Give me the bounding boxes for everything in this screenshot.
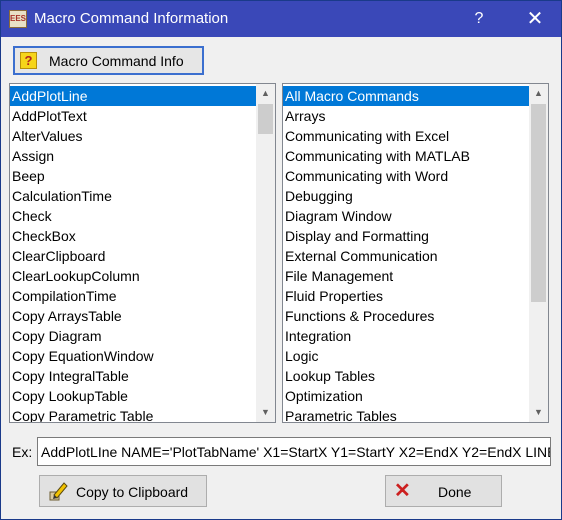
list-item[interactable]: Display and Formatting	[283, 226, 529, 246]
list-item[interactable]: Communicating with Word	[283, 166, 529, 186]
list-item[interactable]: All Macro Commands	[283, 86, 529, 106]
question-icon: ?	[20, 52, 37, 69]
list-item[interactable]: Assign	[10, 146, 256, 166]
list-item[interactable]: AlterValues	[10, 126, 256, 146]
scroll-up-icon[interactable]: ▲	[256, 85, 275, 102]
close-button[interactable]: ✕	[515, 1, 555, 37]
list-item[interactable]: Copy Parametric Table	[10, 406, 256, 422]
list-item[interactable]: CompilationTime	[10, 286, 256, 306]
red-x-icon: ✕	[394, 480, 411, 502]
list-item[interactable]: Beep	[10, 166, 256, 186]
scroll-thumb[interactable]	[258, 104, 273, 134]
list-item[interactable]: Arrays	[283, 106, 529, 126]
list-item[interactable]: Copy ArraysTable	[10, 306, 256, 326]
list-item[interactable]: Logic	[283, 346, 529, 366]
list-item[interactable]: CheckBox	[10, 226, 256, 246]
ees-app-icon: EES	[9, 10, 27, 28]
scroll-down-icon[interactable]: ▼	[529, 404, 548, 421]
list-item[interactable]: Copy IntegralTable	[10, 366, 256, 386]
list-item[interactable]: ClearClipboard	[10, 246, 256, 266]
command-items: AddPlotLine AddPlotText AlterValues Assign B…	[10, 86, 256, 422]
list-item[interactable]: Diagram Window	[283, 206, 529, 226]
list-item[interactable]: External Communication	[283, 246, 529, 266]
category-list[interactable]: All Macro Commands Arrays Communicating wi…	[282, 83, 549, 423]
list-item[interactable]: Integration	[283, 326, 529, 346]
list-item[interactable]: ClearLookupColumn	[10, 266, 256, 286]
list-item[interactable]: Fluid Properties	[283, 286, 529, 306]
category-items: All Macro Commands Arrays Communicating wi…	[283, 86, 529, 422]
window-title: Macro Command Information	[34, 10, 229, 27]
list-item[interactable]: AddPlotLine	[10, 86, 256, 106]
help-button[interactable]: ?	[463, 1, 495, 37]
pencil-icon	[49, 482, 68, 501]
scroll-up-icon[interactable]: ▲	[529, 85, 548, 102]
list-item[interactable]: Copy EquationWindow	[10, 346, 256, 366]
scroll-thumb[interactable]	[531, 104, 546, 302]
list-item[interactable]: Debugging	[283, 186, 529, 206]
list-item[interactable]: AddPlotText	[10, 106, 256, 126]
list-item[interactable]: Copy Diagram	[10, 326, 256, 346]
list-item[interactable]: CalculationTime	[10, 186, 256, 206]
category-list-scrollbar[interactable]: ▲ ▼	[529, 84, 548, 422]
list-item[interactable]: Communicating with Excel	[283, 126, 529, 146]
list-item[interactable]: File Management	[283, 266, 529, 286]
copy-to-clipboard-label: Copy to Clipboard	[76, 484, 189, 500]
done-label: Done	[438, 484, 472, 500]
command-list-scrollbar[interactable]: ▲ ▼	[256, 84, 275, 422]
copy-to-clipboard-button[interactable]: Copy to Clipboard	[39, 475, 207, 507]
macro-command-info-button[interactable]: ? Macro Command Info	[13, 46, 204, 75]
example-label: Ex:	[12, 444, 33, 460]
scroll-down-icon[interactable]: ▼	[256, 404, 275, 421]
list-item[interactable]: Optimization	[283, 386, 529, 406]
list-item[interactable]: Functions & Procedures	[283, 306, 529, 326]
list-item[interactable]: Parametric Tables	[283, 406, 529, 422]
command-list[interactable]: AddPlotLine AddPlotText AlterValues Assign B…	[9, 83, 276, 423]
list-item[interactable]: Check	[10, 206, 256, 226]
done-button[interactable]: ✕ Done	[385, 475, 502, 507]
title-bar[interactable]: EES Macro Command Information ? ✕	[1, 1, 561, 37]
list-item[interactable]: Copy LookupTable	[10, 386, 256, 406]
example-field[interactable]: AddPlotLIne NAME='PlotTabName' X1=StartX…	[37, 437, 551, 466]
list-item[interactable]: Lookup Tables	[283, 366, 529, 386]
macro-info-dialog: EES Macro Command Information ? ✕ ? Macr…	[0, 0, 562, 520]
list-item[interactable]: Communicating with MATLAB	[283, 146, 529, 166]
example-text: AddPlotLIne NAME='PlotTabName' X1=StartX…	[41, 444, 551, 460]
macro-command-info-label: Macro Command Info	[49, 53, 184, 69]
